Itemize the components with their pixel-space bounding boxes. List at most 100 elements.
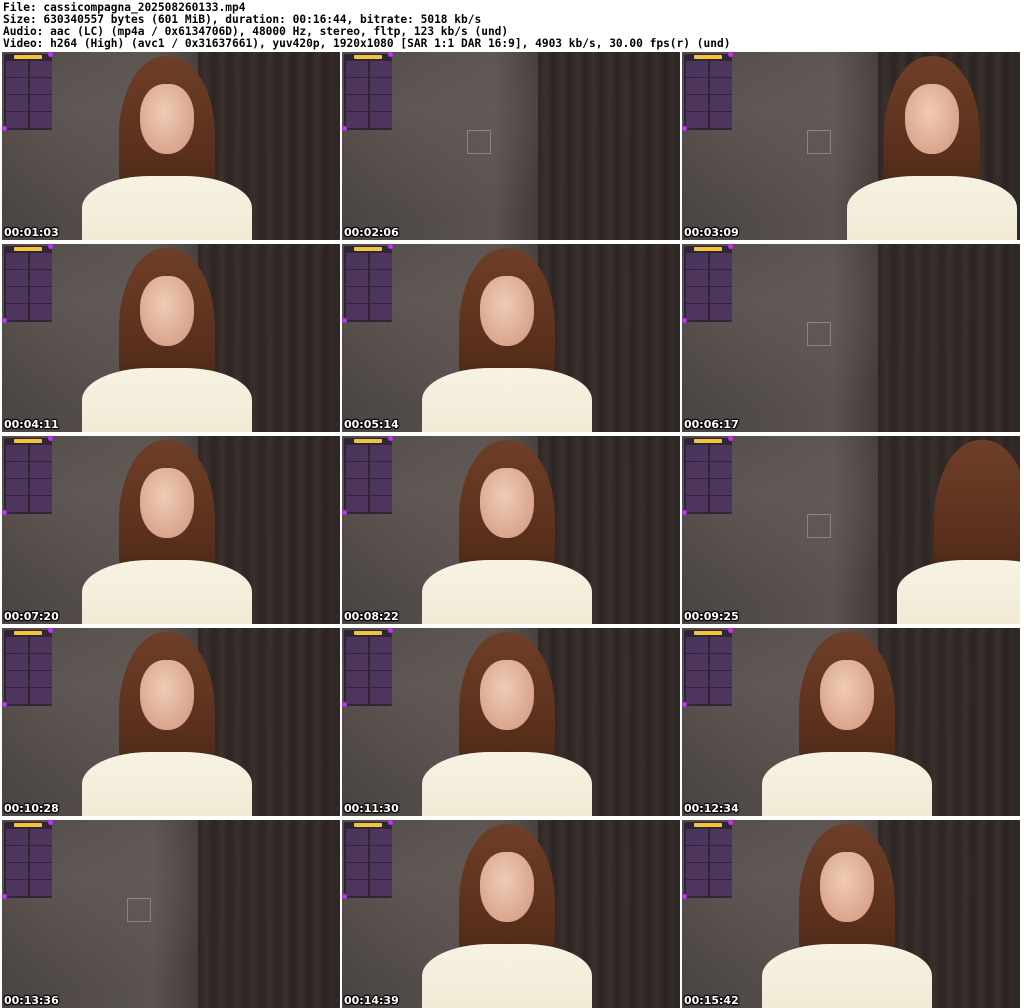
video-thumbnail[interactable]: 00:02:06 [342,52,680,240]
overlay-cell [686,287,708,303]
overlay-cell [346,654,368,670]
person [757,824,937,1008]
overlay-dot-icon [388,820,393,825]
overlay-title-bar [694,439,722,443]
overlay-cell [6,829,28,845]
overlay-cell [686,462,708,478]
overlay-cell [30,445,52,461]
overlay-cell [686,304,708,320]
overlay-cell [686,829,708,845]
overlay-title-bar [354,439,382,443]
overlay-cell [686,880,708,896]
overlay-cell [6,112,28,128]
overlay-cell [710,287,732,303]
file-name: File: cassicompagna_2025082601​33.mp4 [3,2,246,14]
overlay-cell [6,654,28,670]
person [77,632,257,816]
overlay-cell [30,61,52,77]
overlay-cell [346,253,368,269]
face [480,852,534,922]
overlay-title-bar [14,631,42,635]
overlay-cell [686,479,708,495]
timestamp: 00:08:22 [344,610,399,623]
video-thumbnail[interactable]: 00:14:39 [342,820,680,1008]
overlay-cell [686,445,708,461]
overlay-cell [6,496,28,512]
timestamp: 00:06:17 [684,418,739,431]
face [480,660,534,730]
video-thumbnail[interactable]: 00:04:11 [2,244,340,432]
video-thumbnail[interactable]: 00:13:36 [2,820,340,1008]
overlay-cell [710,880,732,896]
shirt [422,944,592,1008]
video-thumbnail[interactable]: 00:07:20 [2,436,340,624]
curtain [198,820,334,1008]
tip-menu-overlay-icon [4,822,52,898]
shirt [897,560,1020,624]
overlay-cell [30,688,52,704]
overlay-cell [6,61,28,77]
video-thumbnail[interactable]: 00:10:28 [2,628,340,816]
overlay-cell [6,445,28,461]
overlay-title-bar [14,247,42,251]
face [820,852,874,922]
overlay-cell [710,304,732,320]
person [77,440,257,624]
overlay-title-bar [14,55,42,59]
overlay-dot-icon [682,126,687,131]
tip-menu-overlay-icon [684,438,732,514]
timestamp: 00:01:03 [4,226,59,239]
video-thumbnail[interactable]: 00:08:22 [342,436,680,624]
overlay-dot-icon [388,436,393,441]
person [892,440,1020,624]
overlay-cell [346,445,368,461]
timestamp: 00:02:06 [344,226,399,239]
overlay-title-bar [354,631,382,635]
person [842,56,1020,240]
audio-info: Audio: aac (LC) (mp4a / 0x6134706D), 480… [3,26,509,38]
overlay-cell [30,112,52,128]
overlay-cell [710,829,732,845]
person [417,824,597,1008]
video-thumbnail[interactable]: 00:06:17 [682,244,1020,432]
wall-decor-icon [127,898,151,922]
timestamp: 00:04:11 [4,418,59,431]
overlay-dot-icon [2,702,7,707]
overlay-cell [710,496,732,512]
video-thumbnail[interactable]: 00:03:09 [682,52,1020,240]
overlay-cell [370,287,392,303]
overlay-cell [370,253,392,269]
video-thumbnail[interactable]: 00:12:34 [682,628,1020,816]
overlay-cell [710,863,732,879]
overlay-cell [346,287,368,303]
video-thumbnail[interactable]: 00:11:30 [342,628,680,816]
video-thumbnail[interactable]: 00:05:14 [342,244,680,432]
overlay-cell [30,479,52,495]
video-thumbnail[interactable]: 00:01:03 [2,52,340,240]
overlay-cell [710,479,732,495]
overlay-cell [686,95,708,111]
overlay-cell [346,304,368,320]
overlay-cell [6,287,28,303]
overlay-cell [346,863,368,879]
overlay-cell [30,304,52,320]
overlay-dot-icon [342,126,347,131]
video-thumbnail[interactable]: 00:15:42 [682,820,1020,1008]
overlay-dot-icon [682,510,687,515]
overlay-cell [370,688,392,704]
overlay-cell [686,270,708,286]
video-thumbnail[interactable]: 00:09:25 [682,436,1020,624]
face [480,276,534,346]
overlay-cell [6,671,28,687]
overlay-cell [30,880,52,896]
overlay-dot-icon [2,126,7,131]
overlay-cell [6,253,28,269]
shirt [82,752,252,816]
overlay-cell [686,863,708,879]
overlay-cell [686,654,708,670]
face [140,660,194,730]
overlay-cell [30,654,52,670]
overlay-cell [710,61,732,77]
overlay-cell [30,462,52,478]
overlay-dot-icon [342,702,347,707]
